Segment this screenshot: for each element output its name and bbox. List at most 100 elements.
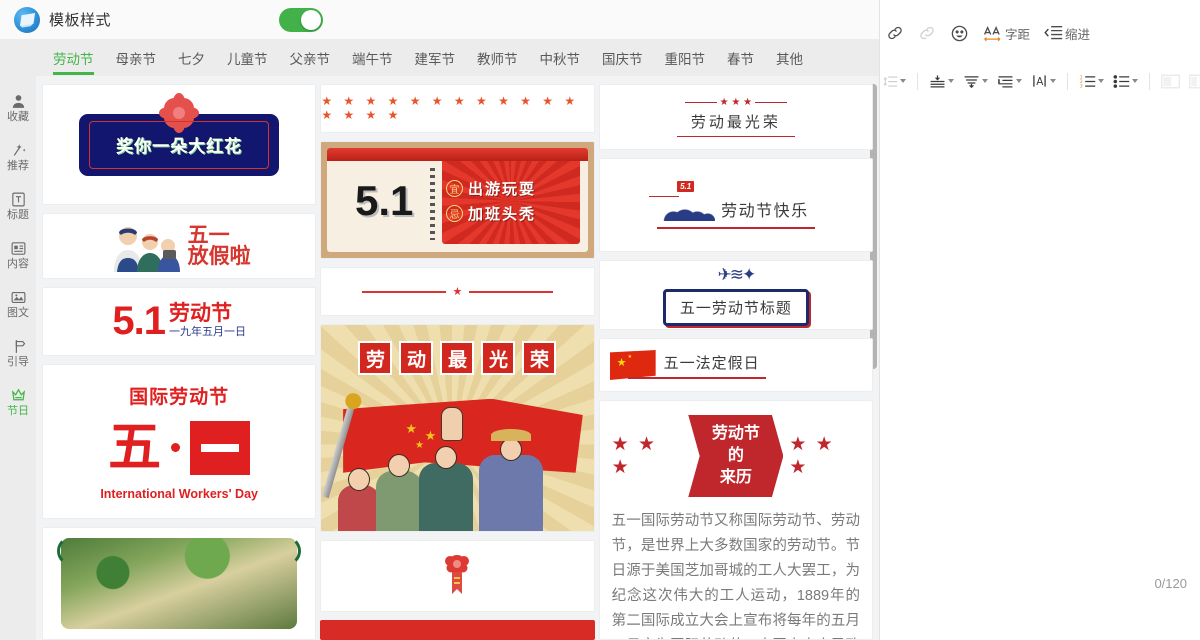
sidebar-item-festival[interactable]: 节日 [0, 378, 36, 427]
align-justify-icon[interactable] [960, 72, 991, 91]
sidebar-label-title: 标题 [7, 209, 29, 221]
calendar-good-line: 宜 出游玩耍 [446, 178, 576, 199]
template-card-international[interactable]: 国际劳动节 五 International Workers' Day [42, 363, 317, 519]
template-card-legal-holiday[interactable]: ★ ★ 五一法定假日 [598, 338, 873, 392]
calendar-bad-text: 加班头秃 [468, 206, 537, 224]
tab-jiaoshijie[interactable]: 教师节 [466, 40, 529, 68]
tab-zhongqiujie[interactable]: 中秋节 [529, 40, 592, 68]
origin-header: ★ ★ ★ 劳动节的 来历 ★ ★ ★ [612, 415, 860, 497]
tab-muqinjie[interactable]: 母亲节 [105, 40, 168, 68]
tab-fuqinjie[interactable]: 父亲节 [279, 40, 342, 68]
template-card-glory[interactable]: ★ ★ ★ 劳动最光荣 [598, 84, 873, 150]
origin-banner-line1: 劳动节的 [711, 425, 760, 464]
align-right-icon[interactable] [994, 72, 1025, 91]
title-box-icon [10, 191, 27, 208]
poster-words: 劳 动 最 光 荣 [321, 341, 593, 376]
sidebar-item-guide[interactable]: 引导 [0, 329, 36, 378]
intl-graphic: 五 [108, 417, 251, 479]
unordered-list-icon[interactable] [1110, 72, 1141, 91]
template-card-flower[interactable]: 奖你一朵大红花 [42, 84, 317, 206]
ordered-list-icon[interactable]: 123 [1076, 72, 1107, 91]
magic-wand-icon [10, 142, 27, 159]
template-card-poster[interactable]: 劳 动 最 光 荣 ★ ★ ★ [320, 324, 595, 532]
editor-toolbar-row-2: A 123 [880, 66, 1200, 96]
calendar-bad-line: 忌 加班头秃 [446, 203, 576, 224]
template-card-boxed-title[interactable]: ✈≋✦ 五一劳动节标题 [598, 260, 873, 330]
template-card-happy[interactable]: 5.1 劳动节快乐 [598, 158, 873, 252]
svg-text:3: 3 [1080, 83, 1083, 88]
holiday-line-1: 五一 [187, 224, 230, 247]
date-subtitle: 一九年五月一日 [168, 326, 246, 339]
sidebar-label-image-text: 图文 [7, 307, 29, 319]
template-column-2: ★ ★ ★ ★ ★ ★ ★ ★ ★ ★ ★ ★ ★ ★ ★ ★ 5.1 宜 出游… [320, 84, 595, 640]
tab-chongyangjie[interactable]: 重阳节 [654, 40, 717, 68]
unlink-icon[interactable] [918, 24, 936, 42]
legal-text: 五一法定假日 [663, 354, 760, 372]
sidebar-label-guide: 引导 [7, 356, 29, 368]
sidebar-label-festival: 节日 [7, 405, 29, 417]
china-flag-icon: ★ ★ [609, 350, 656, 380]
svg-text:A: A [1036, 76, 1044, 88]
poster-word-2: 动 [399, 341, 434, 376]
sidebar-item-image-text[interactable]: 图文 [0, 280, 36, 329]
glory-stars-row: ★ ★ ★ [684, 97, 788, 108]
tab-ertongjie[interactable]: 儿童节 [216, 40, 279, 68]
panel-title: 模板样式 [49, 12, 112, 29]
layout-left-icon[interactable] [1186, 72, 1200, 91]
happy-text: 劳动节快乐 [721, 203, 809, 220]
text-direction-icon[interactable]: A [1028, 71, 1059, 91]
sidebar-item-content[interactable]: 内容 [0, 231, 36, 280]
poster-word-1: 劳 [358, 341, 393, 376]
poster-person-1 [337, 467, 380, 531]
indent-label: 缩进 [1065, 27, 1091, 42]
guide-signpost-icon [10, 338, 27, 355]
template-card-photo[interactable] [42, 526, 317, 640]
holiday-card-text: 五一 放假啦 [188, 225, 251, 267]
template-card-red-bar[interactable] [320, 619, 595, 640]
origin-body-text: 五一国际劳动节又称国际劳动节、劳动节，是世界上大多数国家的劳动节。节日源于美国芝… [611, 513, 860, 639]
workers-illustration-icon [113, 227, 180, 272]
divider-line-right [469, 291, 554, 293]
template-card-origin[interactable]: ★ ★ ★ 劳动节的 来历 ★ ★ ★ 五一国际劳动节又称国际劳动节、劳动节，是… [598, 400, 873, 640]
template-card-holiday[interactable]: 五一 放假啦 [42, 213, 317, 279]
editor-pane: 字距 缩进 A 1 2 3 0/120 [880, 0, 1200, 640]
align-center-icon[interactable] [926, 72, 957, 91]
poster-word-4: 光 [481, 341, 516, 376]
arc-left-decoration [57, 535, 87, 566]
template-style-toggle[interactable] [279, 7, 324, 32]
sidebar-item-recommend[interactable]: 推荐 [0, 133, 36, 182]
line-height-icon[interactable] [880, 72, 909, 91]
flower-card-text: 奖你一朵大红花 [116, 137, 243, 157]
template-card-calendar[interactable]: 5.1 宜 出游玩耍 忌 加班头秃 [320, 140, 595, 260]
stars-divider-text: ★ ★ ★ ★ ★ ★ ★ ★ ★ ★ ★ ★ ★ ★ ★ ★ [321, 94, 580, 123]
template-card-line-divider[interactable]: ★ [320, 267, 595, 317]
template-card-date[interactable]: 5.1 劳动节 一九年五月一日 [42, 286, 317, 356]
template-card-stars-divider[interactable]: ★ ★ ★ ★ ★ ★ ★ ★ ★ ★ ★ ★ ★ ★ ★ ★ [320, 84, 595, 133]
tab-qixi[interactable]: 七夕 [167, 40, 216, 68]
indent-icon[interactable]: 缩进 [1044, 24, 1090, 43]
intl-char-wu: 五 [108, 417, 162, 479]
letter-spacing-icon[interactable]: 字距 [983, 24, 1030, 43]
tab-qita[interactable]: 其他 [765, 40, 814, 68]
monument-illustration-icon: 5.1 [649, 181, 716, 221]
tab-duanwujie[interactable]: 端午节 [341, 40, 404, 68]
tab-laodongjie[interactable]: 劳动节 [42, 40, 105, 75]
tab-guoqingjie[interactable]: 国庆节 [591, 40, 654, 68]
template-column-3: ★ ★ ★ 劳动最光荣 5.1 劳动节快乐 ✈≋✦ 五一劳动节标题 ★ ★ 五一… [598, 84, 873, 640]
tab-chunjie[interactable]: 春节 [716, 40, 765, 68]
origin-banner-line2: 来历 [719, 469, 752, 486]
divider-line-left [361, 291, 446, 293]
poster-word-3: 最 [440, 341, 475, 376]
crown-icon [10, 387, 27, 404]
layout-single-icon[interactable] [1158, 72, 1183, 91]
sidebar-item-favorites[interactable]: 收藏 [0, 84, 36, 133]
template-column-1: 奖你一朵大红花 五一 放假啦 5.1 劳动节 一九年五月一日 国际劳动节 五 I… [42, 84, 317, 640]
sidebar-item-title[interactable]: 标题 [0, 182, 36, 231]
intl-english: International Workers' Day [100, 486, 258, 501]
poster-person-2 [375, 453, 422, 531]
tab-jianjunjie[interactable]: 建军节 [404, 40, 467, 68]
poster-people [321, 428, 593, 531]
emoji-icon[interactable] [950, 24, 969, 43]
link-icon[interactable] [886, 24, 904, 42]
template-card-ribbon[interactable] [320, 539, 595, 612]
